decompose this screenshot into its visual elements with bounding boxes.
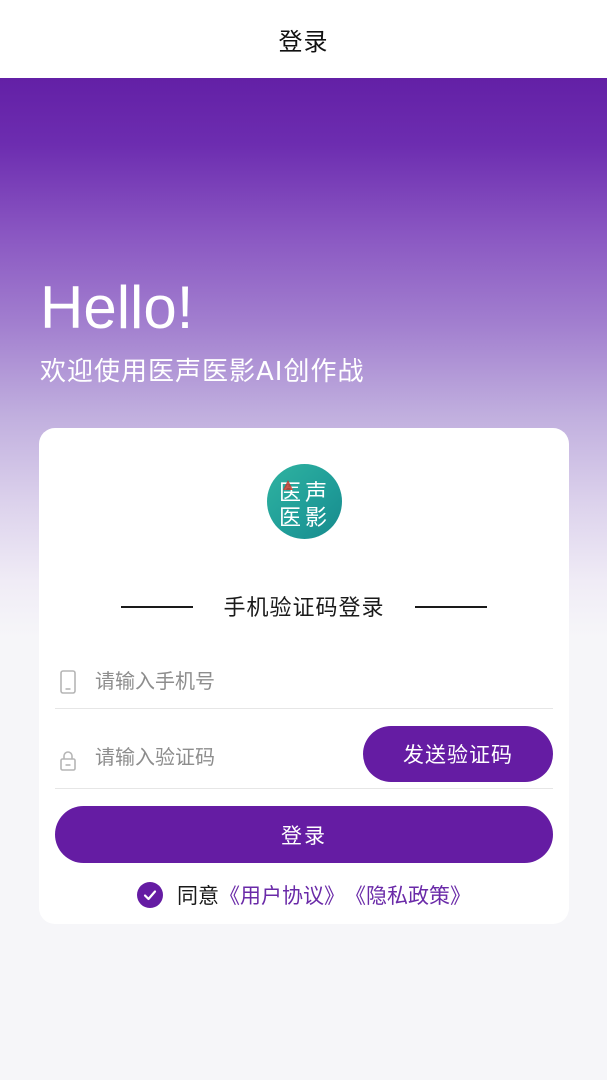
- logo-char-3: 医: [279, 506, 301, 531]
- code-field-row: 发送验证码: [55, 722, 553, 789]
- login-button[interactable]: 登录: [55, 806, 553, 863]
- section-title: 手机验证码登录: [223, 596, 385, 621]
- user-agreement-link[interactable]: 《用户协议》: [219, 880, 345, 910]
- hero-subtitle: 欢迎使用医声医影AI创作战: [40, 357, 365, 387]
- phone-input[interactable]: [95, 666, 535, 696]
- page-title: 登录: [278, 27, 329, 56]
- heading-rule-right: [415, 606, 487, 608]
- hero-greeting: Hello!: [40, 274, 194, 341]
- top-nav-bar: 登录: [0, 0, 607, 78]
- checkmark-icon: [143, 890, 157, 901]
- logo-char-4: 影: [305, 506, 327, 531]
- logo-char-2: 声: [305, 481, 327, 506]
- login-card: 医 声 医 影 手机验证码登录 发送验证码: [39, 428, 569, 924]
- phone-icon: [59, 670, 77, 694]
- lock-icon: [59, 748, 77, 772]
- agreement-prefix: 同意: [177, 884, 219, 908]
- agreement-checkbox[interactable]: [137, 882, 163, 908]
- login-method-heading: 手机验证码登录: [39, 590, 569, 622]
- phone-field-row: [55, 650, 553, 709]
- verification-code-input[interactable]: [95, 742, 355, 772]
- agreement-row: 同意 《用户协议》 《隐私政策》: [39, 880, 569, 910]
- privacy-policy-link[interactable]: 《隐私政策》: [345, 880, 471, 910]
- send-code-button[interactable]: 发送验证码: [363, 726, 553, 782]
- app-logo-icon: 医 声 医 影: [267, 464, 342, 539]
